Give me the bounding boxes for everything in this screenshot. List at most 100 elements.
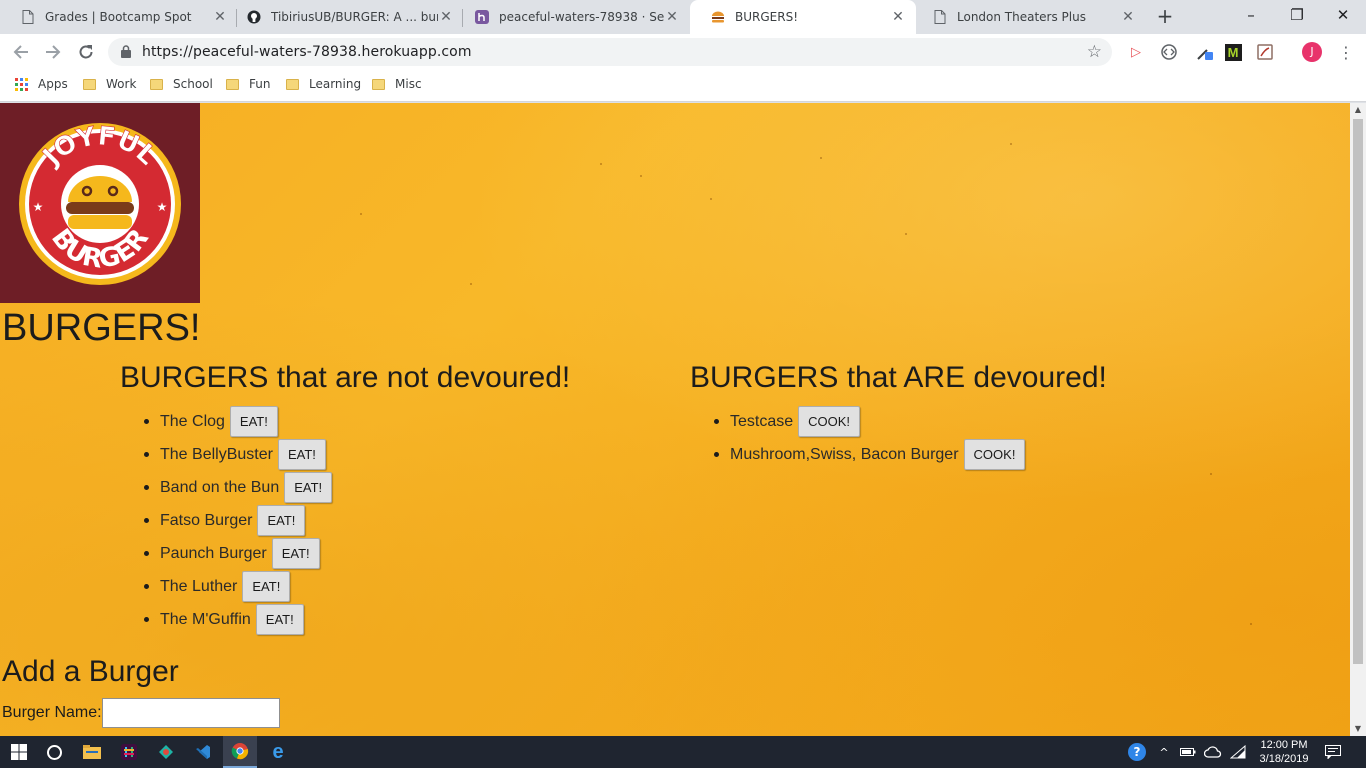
tab-title: Grades | Bootcamp Spot (45, 10, 192, 24)
tab-london-theaters[interactable]: London Theaters Plus ✕ (912, 0, 1146, 34)
tab-heroku[interactable]: peaceful-waters-78938 · Settin ✕ (454, 0, 690, 34)
page-title: BURGERS! (2, 307, 201, 349)
slack-icon[interactable] (112, 736, 146, 768)
bookmark-work[interactable]: Work (83, 77, 136, 91)
pdf-extension-icon[interactable] (1255, 42, 1275, 62)
eat-button[interactable]: EAT! (277, 439, 326, 470)
bookmark-label: School (173, 77, 213, 91)
cast-extension-icon[interactable]: ▷ (1126, 42, 1146, 62)
bookmark-apps[interactable]: Apps (15, 77, 68, 91)
bookmarks-bar: Apps Work School Fun Learning Misc (0, 70, 1366, 102)
onedrive-cloud-icon[interactable] (1202, 736, 1224, 768)
m-extension-icon[interactable]: M (1223, 42, 1243, 62)
bookmark-school[interactable]: School (150, 77, 213, 91)
svg-text:★: ★ (33, 200, 44, 214)
chevron-up-icon[interactable]: ^ (1155, 736, 1173, 768)
file-explorer-icon[interactable] (75, 736, 109, 768)
bookmark-learning[interactable]: Learning (286, 77, 361, 91)
chrome-taskbar-icon[interactable] (223, 736, 257, 768)
page-scrollbar[interactable]: ▲ ▼ (1350, 103, 1366, 736)
restore-button[interactable]: ❐ (1274, 0, 1320, 30)
eat-button[interactable]: EAT! (242, 571, 291, 602)
notifications-icon[interactable] (1322, 736, 1344, 768)
vscode-icon[interactable] (186, 736, 220, 768)
folder-icon (372, 78, 385, 90)
texture-speck (470, 283, 472, 285)
close-icon[interactable]: ✕ (438, 9, 454, 25)
texture-speck (1210, 473, 1212, 475)
close-icon[interactable]: ✕ (890, 9, 906, 25)
eat-button[interactable]: EAT! (229, 406, 278, 437)
tab-strip: Grades | Bootcamp Spot ✕ TibiriusUB/BURG… (0, 0, 1366, 34)
burger-icon (710, 9, 726, 25)
bookmark-star-icon[interactable]: ☆ (1087, 42, 1102, 62)
burger-name: Mushroom,Swiss, Bacon Burger (730, 445, 959, 463)
list-item: The Clog EAT! (143, 405, 332, 438)
tab-title: BURGERS! (735, 10, 798, 24)
scroll-up-arrow-icon[interactable]: ▲ (1350, 103, 1366, 117)
tab-title: peaceful-waters-78938 · Settin (499, 10, 664, 24)
list-item: Paunch Burger EAT! (143, 537, 332, 570)
cook-button[interactable]: COOK! (798, 406, 861, 437)
eyedropper-extension-icon[interactable] (1195, 42, 1215, 62)
close-icon[interactable]: ✕ (664, 9, 680, 25)
edge-icon[interactable]: e (261, 736, 295, 768)
scroll-down-arrow-icon[interactable]: ▼ (1350, 722, 1366, 736)
reload-button[interactable] (74, 40, 98, 64)
clock-date: 3/18/2019 (1259, 753, 1309, 765)
tab-burgers[interactable]: BURGERS! ✕ (690, 0, 916, 34)
eat-button[interactable]: EAT! (284, 472, 333, 503)
tab-title: TibiriusUB/BURGER: A ... burge (271, 10, 438, 24)
bookmark-label: Learning (309, 77, 362, 91)
address-bar[interactable]: https://peaceful-waters-78938.herokuapp.… (108, 38, 1112, 66)
texture-speck (640, 175, 642, 177)
texture-speck (820, 157, 822, 159)
cook-button[interactable]: COOK! (963, 439, 1026, 470)
texture-speck (360, 213, 362, 215)
bookmark-misc[interactable]: Misc (372, 77, 422, 91)
burger-logo-icon: JOYFUL BURGER ★ ★ (19, 121, 181, 285)
menu-kebab-icon[interactable]: ⋮ (1336, 42, 1356, 62)
eat-button[interactable]: EAT! (257, 505, 306, 536)
code-extension-icon[interactable] (1159, 42, 1179, 62)
folder-icon (150, 78, 163, 90)
minimize-button[interactable]: – (1228, 0, 1274, 30)
tab-github[interactable]: TibiriusUB/BURGER: A ... burge ✕ (226, 0, 464, 34)
texture-speck (710, 198, 712, 200)
profile-avatar[interactable]: J (1302, 42, 1322, 62)
close-window-button[interactable]: ✕ (1320, 0, 1366, 30)
heroku-icon (474, 9, 490, 25)
wifi-icon[interactable] (1228, 736, 1248, 768)
battery-icon[interactable] (1178, 736, 1198, 768)
svg-text:★: ★ (157, 200, 168, 214)
back-button[interactable] (9, 40, 33, 64)
texture-speck (1250, 623, 1252, 625)
gitkraken-icon[interactable] (149, 736, 183, 768)
burger-name: The Luther (160, 577, 238, 595)
burger-name: The Clog (160, 412, 225, 430)
bookmark-label: Fun (249, 77, 271, 91)
new-tab-button[interactable]: + (1152, 5, 1178, 29)
list-item: Testcase COOK! (713, 405, 1025, 438)
eat-button[interactable]: EAT! (271, 538, 320, 569)
burger-name: Testcase (730, 412, 794, 430)
tab-grades[interactable]: Grades | Bootcamp Spot ✕ (0, 0, 238, 34)
clock-time: 12:00 PM (1260, 739, 1308, 751)
close-icon[interactable]: ✕ (1120, 9, 1136, 25)
list-item: Mushroom,Swiss, Bacon Burger COOK! (713, 438, 1026, 471)
help-icon[interactable]: ? (1126, 736, 1148, 768)
burger-name-input[interactable] (102, 698, 280, 728)
folder-icon (286, 78, 299, 90)
windows-start-icon[interactable] (2, 736, 36, 768)
bookmark-label: Apps (38, 77, 68, 91)
search-circle-icon[interactable] (37, 736, 71, 768)
github-icon (246, 9, 262, 25)
bookmark-fun[interactable]: Fun (226, 77, 270, 91)
eat-button[interactable]: EAT! (255, 604, 304, 635)
list-item: Band on the Bun EAT! (143, 471, 333, 504)
taskbar-clock[interactable]: 12:00 PM 3/18/2019 (1248, 738, 1320, 766)
forward-button[interactable] (41, 40, 65, 64)
scrollbar-thumb[interactable] (1353, 119, 1363, 664)
url-text: https://peaceful-waters-78938.herokuapp.… (142, 44, 472, 60)
burger-name: The BellyBuster (160, 445, 273, 463)
